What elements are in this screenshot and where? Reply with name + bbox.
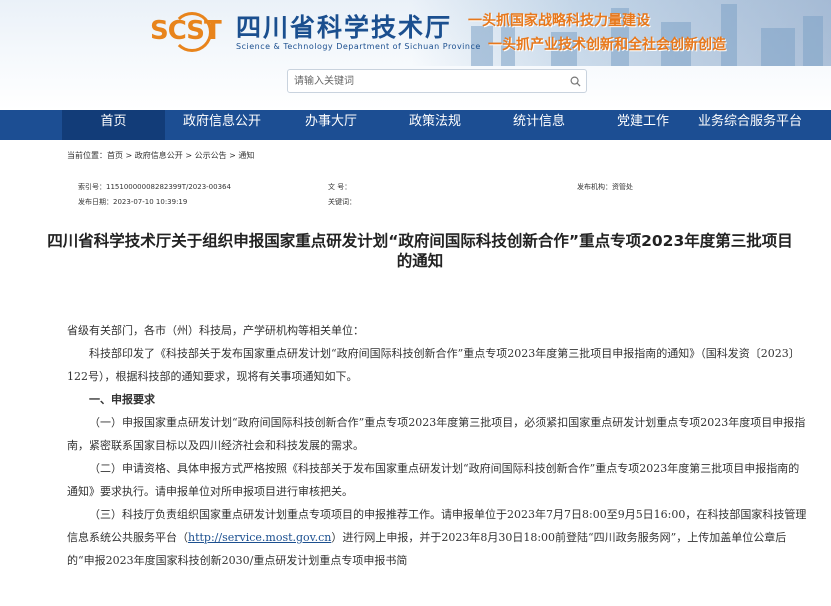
slogan-line-1: 一头抓国家战略科技力量建设 bbox=[468, 13, 650, 29]
search-icon[interactable] bbox=[564, 70, 586, 92]
main-nav: 首页 政府信息公开 办事大厅 政策法规 统计信息 党建工作 业务综合服务平台 bbox=[0, 110, 831, 140]
service-platform-link[interactable]: http://service.most.gov.cn bbox=[188, 531, 331, 544]
paragraph: （三）科技厅负责组织国家重点研发计划重点专项项目的申报推荐工作。请申报单位于20… bbox=[67, 503, 807, 572]
salutation: 省级有关部门，各市（州）科技局，产学研机构等相关单位： bbox=[67, 324, 364, 337]
nav-gov-info[interactable]: 政府信息公开 bbox=[165, 110, 279, 140]
article-body: 省级有关部门，各市（州）科技局，产学研机构等相关单位： 科技部印发了《科技部关于… bbox=[67, 319, 807, 572]
nav-home[interactable]: 首页 bbox=[62, 110, 165, 140]
nav-statistics[interactable]: 统计信息 bbox=[487, 110, 591, 140]
meta-doc-no: 文 号： bbox=[328, 183, 352, 191]
section-heading: 一、申报要求 bbox=[89, 393, 155, 406]
search-input[interactable] bbox=[288, 70, 564, 92]
meta-index-no: 索引号：11510000008282399T/2023-00364 bbox=[78, 183, 231, 191]
page-title: 四川省科学技术厅关于组织申报国家重点研发计划“政府间国际科技创新合作”重点专项2… bbox=[47, 232, 793, 270]
paragraph: （一）申报国家重点研发计划“政府间国际科技创新合作”重点专项2023年度第三批项… bbox=[67, 416, 806, 452]
site-name: 四川省科学技术厅 bbox=[236, 12, 453, 42]
site-name-en: Science & Technology Department of Sichu… bbox=[236, 41, 481, 51]
nav-service-hall[interactable]: 办事大厅 bbox=[279, 110, 383, 140]
meta-issuer: 发布机构：资管处 bbox=[577, 183, 633, 191]
paragraph: （二）申请资格、具体申报方式严格按照《科技部关于发布国家重点研发计划“政府间国际… bbox=[67, 462, 800, 498]
building-shape bbox=[803, 16, 823, 66]
header-banner: SCST 四川省科学技术厅 Science & Technology Depar… bbox=[0, 0, 831, 110]
nav-party-work[interactable]: 党建工作 bbox=[591, 110, 695, 140]
building-shape bbox=[761, 28, 795, 66]
slogan-line-2: 一头抓产业技术创新和全社会创新创造 bbox=[488, 37, 726, 53]
meta-keywords: 关键词： bbox=[328, 198, 356, 206]
nav-business-platform[interactable]: 业务综合服务平台 bbox=[695, 110, 805, 140]
scst-logo-icon: SCST bbox=[150, 10, 228, 54]
breadcrumb[interactable]: 当前位置：首页 > 政府信息公开 > 公示公告 > 通知 bbox=[67, 150, 254, 161]
nav-policies[interactable]: 政策法规 bbox=[383, 110, 487, 140]
site-logo[interactable]: SCST 四川省科学技术厅 Science & Technology Depar… bbox=[150, 10, 481, 54]
search-box bbox=[287, 69, 587, 93]
meta-date: 发布日期：2023-07-10 10:39:19 bbox=[78, 198, 188, 206]
paragraph: 科技部印发了《科技部关于发布国家重点研发计划“政府间国际科技创新合作”重点专项2… bbox=[67, 347, 800, 383]
